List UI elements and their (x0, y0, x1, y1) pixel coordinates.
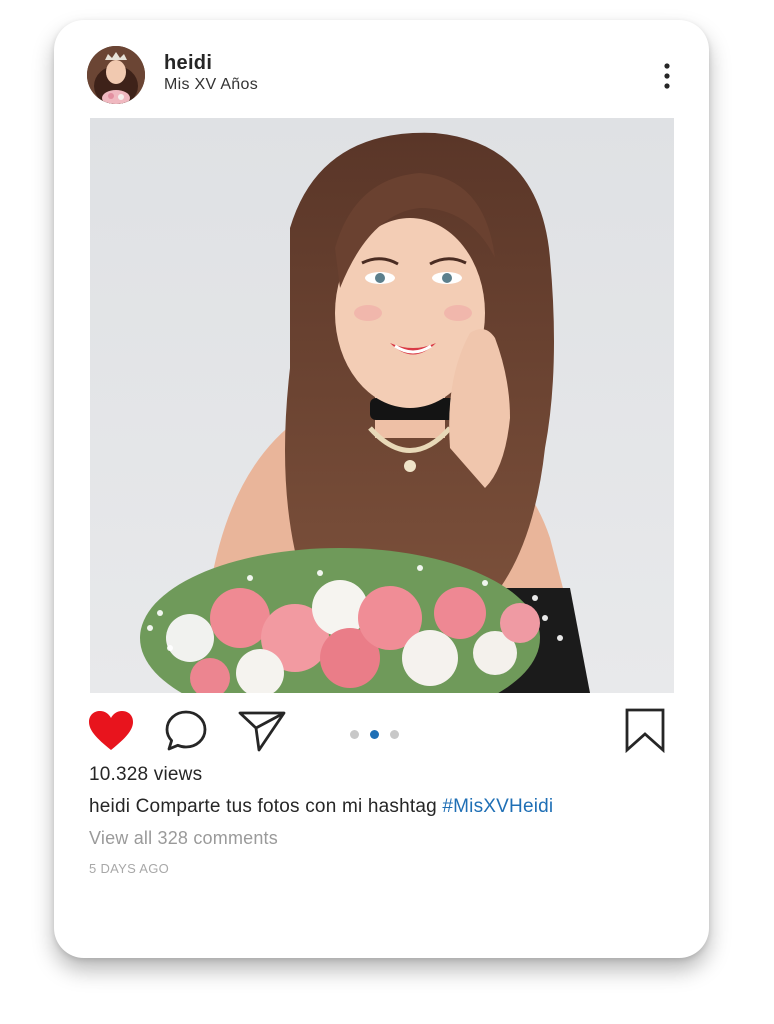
post-timestamp: 5 DAYS AGO (89, 861, 170, 876)
caption-hashtag[interactable]: #MisXVHeidi (442, 796, 553, 817)
post-header: heidi Mis XV Años (54, 20, 709, 116)
send-icon[interactable] (237, 709, 287, 758)
post-caption: heidi Comparte tus fotos con mi hashtag … (89, 796, 553, 818)
carousel-dot-active[interactable] (370, 730, 379, 739)
carousel-dot[interactable] (390, 730, 399, 739)
caption-username[interactable]: heidi (89, 796, 130, 817)
heart-icon[interactable] (88, 710, 134, 757)
carousel-dot[interactable] (350, 730, 359, 739)
view-comments-link[interactable]: View all 328 comments (89, 828, 278, 849)
avatar[interactable] (87, 46, 145, 104)
username[interactable]: heidi (164, 52, 212, 75)
views-count: 10.328 views (89, 764, 203, 785)
post-actions (54, 705, 709, 755)
post-card: heidi Mis XV Años 10.328 views heidi Com… (54, 20, 709, 958)
caption-text: Comparte tus fotos con mi hashtag (130, 796, 443, 817)
post-location[interactable]: Mis XV Años (164, 76, 258, 94)
post-photo[interactable] (90, 118, 674, 693)
more-vertical-icon[interactable] (657, 60, 677, 94)
comment-icon[interactable] (164, 709, 208, 758)
bookmark-icon[interactable] (624, 707, 666, 758)
